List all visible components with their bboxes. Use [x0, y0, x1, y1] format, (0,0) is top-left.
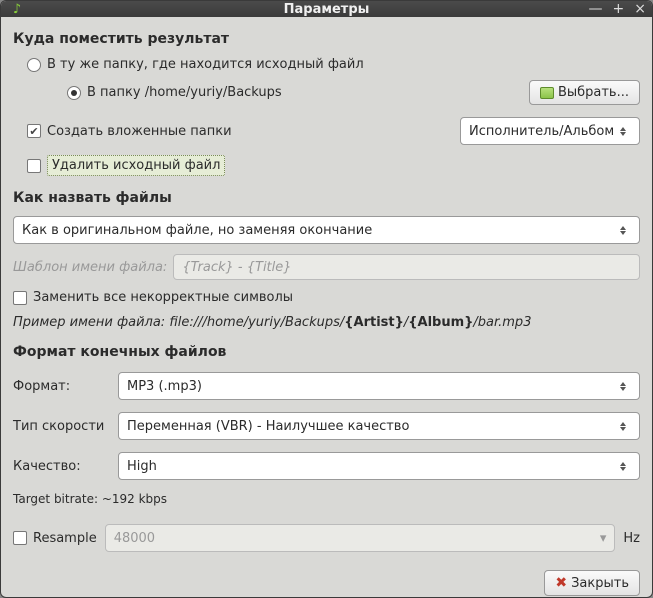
example-filename: Пример имени файла: file:///home/yuriy/B…: [13, 315, 640, 330]
example-plain1: file:///home/yuriy/Backups/: [165, 315, 344, 330]
format-caret-icon: [615, 382, 631, 391]
radio-into-folder[interactable]: [67, 86, 81, 100]
quality-row: Качество: High: [13, 452, 640, 480]
subfolder-pattern-value: Исполнитель/Альбом: [469, 124, 615, 139]
app-icon: ♪: [9, 1, 25, 17]
speedtype-caret-icon: [615, 422, 631, 431]
delete-original-checkbox[interactable]: [27, 159, 41, 173]
footer: ✖ Закрыть: [13, 556, 640, 596]
resample-row: Resample 48000 ▾ Hz: [13, 524, 640, 552]
where-heading: Куда поместить результат: [13, 31, 640, 47]
close-button-label: Закрыть: [571, 576, 629, 591]
format-label: Формат:: [13, 379, 118, 394]
radio-same-folder-label: В ту же папку, где находится исходный фа…: [47, 57, 364, 72]
preferences-window: ♪ Параметры — + × Куда поместить результ…: [0, 0, 653, 598]
delete-original-label: Удалить исходный файл: [47, 155, 225, 176]
resample-unit: Hz: [623, 531, 640, 546]
radio-into-folder-label: В папку /home/yuriy/Backups: [87, 85, 282, 100]
example-bold1: {Artist}: [344, 315, 404, 330]
resample-label: Resample: [33, 531, 97, 546]
radio-same-folder-row[interactable]: В ту же папку, где находится исходный фа…: [27, 57, 640, 72]
minimize-button[interactable]: —: [589, 1, 603, 17]
quality-label: Качество:: [13, 459, 118, 474]
naming-mode-select[interactable]: Как в оригинальном файле, но заменяя око…: [13, 216, 640, 244]
create-subfolders-checkbox[interactable]: [27, 124, 41, 138]
folder-icon: [540, 87, 554, 99]
replace-chars-label: Заменить все некорректные символы: [33, 290, 293, 305]
window-controls: — + ×: [589, 1, 646, 17]
close-window-button[interactable]: ×: [634, 1, 646, 17]
close-button[interactable]: ✖ Закрыть: [544, 570, 640, 596]
radio-same-folder[interactable]: [27, 58, 41, 72]
close-icon: ✖: [555, 575, 567, 591]
resample-value: 48000: [114, 531, 600, 546]
speedtype-value: Переменная (VBR) - Наилучшее качество: [127, 419, 615, 434]
speedtype-label: Тип скорости: [13, 419, 118, 434]
format-heading: Формат конечных файлов: [13, 344, 640, 360]
create-subfolders-label: Создать вложенные папки: [47, 124, 232, 139]
format-value: MP3 (.mp3): [127, 379, 615, 394]
filename-pattern-label: Шаблон имени файла:: [13, 260, 167, 275]
filename-pattern-placeholder: {Track} - {Title}: [182, 260, 291, 275]
resample-input: 48000 ▾: [105, 524, 616, 552]
replace-chars-row[interactable]: Заменить все некорректные символы: [13, 290, 640, 305]
speedtype-select[interactable]: Переменная (VBR) - Наилучшее качество: [118, 412, 640, 440]
subfolder-pattern-select[interactable]: Исполнитель/Альбом: [460, 117, 640, 145]
example-prefix: Пример имени файла:: [13, 315, 165, 330]
delete-original-row[interactable]: Удалить исходный файл: [27, 155, 640, 176]
example-plain3: /bar.mp3: [473, 315, 531, 330]
quality-caret-icon: [615, 462, 631, 471]
resample-dropdown-icon: ▾: [600, 531, 607, 546]
naming-mode-value: Как в оригинальном файле, но заменяя око…: [22, 223, 615, 238]
format-select[interactable]: MP3 (.mp3): [118, 372, 640, 400]
quality-value: High: [127, 459, 615, 474]
format-row: Формат: MP3 (.mp3): [13, 372, 640, 400]
content: Куда поместить результат В ту же папку, …: [1, 17, 652, 598]
naming-mode-caret-icon: [615, 226, 631, 235]
example-bold2: {Album}: [408, 315, 473, 330]
filename-pattern-input: {Track} - {Title}: [173, 254, 640, 280]
naming-heading: Как назвать файлы: [13, 190, 640, 206]
radio-into-folder-row: В папку /home/yuriy/Backups Выбрать...: [67, 80, 640, 105]
choose-folder-button[interactable]: Выбрать...: [529, 80, 640, 105]
target-bitrate-label: Target bitrate: ~192 kbps: [13, 492, 640, 506]
titlebar: ♪ Параметры — + ×: [1, 1, 652, 17]
subfolder-pattern-caret-icon: [615, 127, 631, 136]
filename-pattern-row: Шаблон имени файла: {Track} - {Title}: [13, 254, 640, 280]
quality-select[interactable]: High: [118, 452, 640, 480]
maximize-button[interactable]: +: [613, 1, 625, 17]
replace-chars-checkbox[interactable]: [13, 291, 27, 305]
create-subfolders-row: Создать вложенные папки Исполнитель/Альб…: [27, 117, 640, 145]
speedtype-row: Тип скорости Переменная (VBR) - Наилучше…: [13, 412, 640, 440]
choose-button-label: Выбрать...: [558, 85, 629, 100]
window-title: Параметры: [1, 2, 652, 17]
resample-checkbox[interactable]: [13, 531, 27, 545]
